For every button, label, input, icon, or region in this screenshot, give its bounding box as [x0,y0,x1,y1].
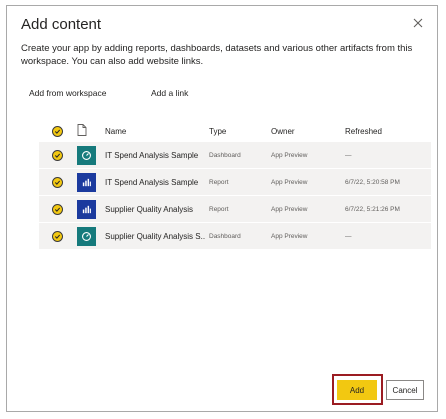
table-row[interactable]: Supplier Quality Analysis Report App Pre… [39,196,431,222]
item-type: Report [209,178,229,186]
check-icon [52,176,63,188]
select-all-checkbox[interactable] [52,120,68,142]
item-type: Dashboard [209,151,241,159]
table-row[interactable]: IT Spend Analysis Sample Dashboard App P… [39,142,431,168]
item-refreshed: — [345,151,352,159]
item-owner: App Preview [271,205,308,213]
check-icon [52,125,63,137]
tab-add-from-workspace[interactable]: Add from workspace [29,88,106,98]
add-button[interactable]: Add [337,380,377,400]
dashboard-icon [77,226,96,246]
add-content-dialog: Add content Create your app by adding re… [6,5,438,412]
item-refreshed: 6/7/22, 5:20:58 PM [345,178,400,186]
refreshed-header[interactable]: Refreshed [345,120,429,142]
item-name: IT Spend Analysis Sample [105,150,199,160]
row-checkbox[interactable] [52,223,68,249]
dialog-description: Create your app by adding reports, dashb… [21,43,413,67]
table-row[interactable]: Supplier Quality Analysis S... Dashboard… [39,223,431,249]
report-icon [77,172,96,192]
dialog-title: Add content [21,16,102,33]
item-name: IT Spend Analysis Sample [105,177,199,187]
type-header[interactable]: Type [209,120,263,142]
table-header: Name Type Owner Refreshed [39,120,431,142]
report-icon [77,199,96,219]
item-type: Dashboard [209,232,241,240]
content-table: Name Type Owner Refreshed IT Spend Analy… [39,120,431,250]
item-owner: App Preview [271,232,308,240]
item-owner: App Preview [271,151,308,159]
item-owner: App Preview [271,178,308,186]
check-icon [52,203,63,215]
item-refreshed: — [345,232,352,240]
row-checkbox[interactable] [52,196,68,222]
owner-header[interactable]: Owner [271,120,331,142]
item-type: Report [209,205,229,213]
document-icon [77,124,87,138]
cancel-button[interactable]: Cancel [386,380,424,400]
table-row[interactable]: IT Spend Analysis Sample Report App Prev… [39,169,431,195]
tab-add-a-link[interactable]: Add a link [151,88,188,98]
row-checkbox[interactable] [52,142,68,168]
file-type-header [77,120,99,142]
check-icon [52,230,63,242]
close-icon[interactable] [411,16,425,30]
check-icon [52,149,63,161]
item-name: Supplier Quality Analysis [105,204,194,214]
dashboard-icon [77,145,96,165]
row-checkbox[interactable] [52,169,68,195]
item-name: Supplier Quality Analysis S... [105,231,205,241]
item-refreshed: 6/7/22, 5:21:26 PM [345,205,400,213]
name-header[interactable]: Name [105,120,205,142]
